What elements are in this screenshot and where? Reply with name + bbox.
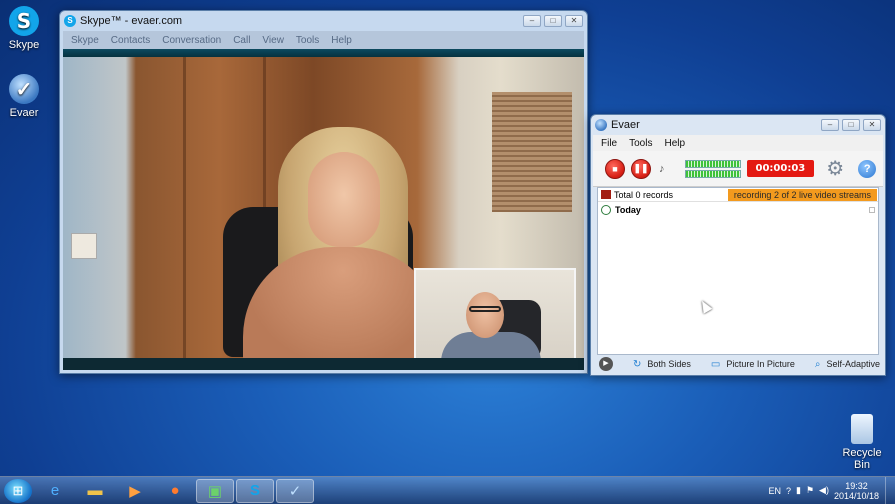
- option-self-adaptive[interactable]: Self-Adaptive: [827, 359, 881, 369]
- tray-date: 2014/10/18: [833, 490, 879, 501]
- menu-tools[interactable]: Tools: [290, 35, 325, 46]
- menu-conversation[interactable]: Conversation: [156, 35, 227, 46]
- play-button[interactable]: ▶: [599, 357, 613, 371]
- skype-menubar: Skype Contacts Conversation Call View To…: [63, 31, 584, 49]
- self-adaptive-icon: ⌕: [814, 358, 821, 370]
- option-both-sides[interactable]: Both Sides: [647, 359, 691, 369]
- remote-person-face: [308, 152, 380, 247]
- meter-bar-bottom: [684, 169, 741, 178]
- evaer-bottom-bar: ▶ ↻ Both Sides ▭ Picture In Picture ⌕ Se…: [593, 355, 883, 373]
- evaer-toolbar: ■ ❚❚ ♪ 00:00:03 ⚙ ?: [593, 151, 883, 187]
- meter-bar-top: [684, 159, 741, 168]
- records-header: Total 0 records recording 2 of 2 live vi…: [598, 188, 878, 202]
- call-header-strip: [63, 49, 584, 57]
- pip-person-head: [466, 292, 504, 338]
- evaer-titlebar[interactable]: Evaer – □ ✕: [591, 115, 885, 135]
- scene-light-switch: [71, 233, 97, 259]
- close-button[interactable]: ✕: [565, 15, 583, 27]
- pause-button[interactable]: ❚❚: [631, 158, 651, 179]
- menu-contacts[interactable]: Contacts: [105, 35, 156, 46]
- list-group-today[interactable]: Today: [598, 202, 878, 218]
- audio-level-meter: [684, 159, 741, 178]
- desktop-icon-recycle-bin[interactable]: Recycle Bin: [836, 414, 888, 471]
- menu-call[interactable]: Call: [227, 35, 256, 46]
- pip-person-glasses: [469, 306, 501, 312]
- expand-toggle[interactable]: [869, 207, 875, 213]
- flag-icon[interactable]: ⚑: [806, 485, 814, 496]
- taskbar-media-player-icon[interactable]: ▶: [116, 479, 154, 503]
- taskbar-firefox-icon[interactable]: ●: [156, 479, 194, 503]
- call-area: [63, 49, 584, 370]
- menu-help[interactable]: Help: [325, 35, 358, 46]
- call-footer-strip: [63, 358, 584, 370]
- maximize-button[interactable]: □: [842, 119, 860, 131]
- film-icon: [601, 190, 611, 199]
- scene-door-edge: [183, 57, 186, 358]
- minimize-button[interactable]: –: [523, 15, 541, 27]
- scene-window-blind: [492, 92, 572, 212]
- help-icon[interactable]: ?: [858, 159, 877, 178]
- status-badge: recording 2 of 2 live video streams: [727, 188, 877, 201]
- taskbar-app-icon[interactable]: ▣: [196, 478, 234, 503]
- evaer-icon: ✓: [9, 74, 39, 104]
- skype-small-icon: S: [64, 15, 76, 27]
- skype-window[interactable]: S Skype™ - evaer.com – □ ✕ Skype Contact…: [59, 10, 588, 374]
- records-count: Total 0 records: [614, 189, 674, 200]
- desktop-icon-label: Skype: [8, 39, 40, 51]
- close-button[interactable]: ✕: [863, 119, 881, 131]
- desktop-icon-skype[interactable]: S Skype: [0, 6, 48, 51]
- menu-skype[interactable]: Skype: [65, 35, 105, 46]
- window-title: Evaer: [611, 119, 640, 131]
- help-tray-icon[interactable]: ?: [786, 486, 791, 496]
- start-button[interactable]: ⊞: [4, 478, 32, 503]
- group-label: Today: [615, 205, 641, 215]
- desktop-icon-label: Recycle Bin: [842, 447, 882, 471]
- recording-timer: 00:00:03: [746, 160, 815, 177]
- taskbar: ⊞ e ▬ ▶ ● ▣ S ✓ EN ? ▮ ⚑ ◀) 19:32 2014/1…: [0, 476, 895, 504]
- desktop-icon-evaer[interactable]: ✓ Evaer: [0, 74, 48, 119]
- skype-titlebar[interactable]: S Skype™ - evaer.com – □ ✕: [60, 11, 587, 31]
- skype-icon: S: [9, 6, 39, 36]
- stop-button[interactable]: ■: [605, 158, 625, 179]
- recycle-bin-icon: [851, 414, 873, 444]
- evaer-small-icon: [595, 119, 607, 131]
- tray-time: 19:32: [845, 480, 868, 491]
- remote-video[interactable]: [63, 57, 584, 358]
- records-list[interactable]: Total 0 records recording 2 of 2 live vi…: [597, 187, 879, 355]
- menu-file[interactable]: File: [595, 138, 623, 149]
- taskbar-ie-icon[interactable]: e: [36, 479, 74, 503]
- taskbar-explorer-icon[interactable]: ▬: [76, 479, 114, 503]
- menu-view[interactable]: View: [256, 35, 290, 46]
- show-desktop-button[interactable]: [885, 476, 895, 504]
- network-icon[interactable]: ▮: [796, 485, 801, 496]
- system-tray: EN ? ▮ ⚑ ◀) 19:32 2014/10/18: [768, 481, 885, 501]
- maximize-button[interactable]: □: [544, 15, 562, 27]
- menu-help[interactable]: Help: [658, 138, 691, 149]
- self-video-pip[interactable]: [414, 268, 576, 358]
- both-sides-icon: ↻: [633, 358, 642, 370]
- language-indicator[interactable]: EN: [768, 486, 781, 496]
- tray-clock[interactable]: 19:32 2014/10/18: [834, 481, 879, 501]
- gear-icon[interactable]: ⚙: [826, 156, 844, 181]
- menu-tools[interactable]: Tools: [623, 138, 658, 149]
- clock-icon: [601, 205, 611, 215]
- taskbar-evaer-icon[interactable]: ✓: [276, 478, 314, 503]
- audio-level-icon: ♪: [659, 162, 665, 175]
- picture-in-picture-icon: ▭: [710, 358, 721, 370]
- desktop-icon-label: Evaer: [9, 107, 39, 119]
- taskbar-skype-icon[interactable]: S: [236, 478, 274, 503]
- evaer-window[interactable]: Evaer – □ ✕ File Tools Help ■ ❚❚ ♪ 00:00…: [590, 114, 886, 376]
- evaer-menubar: File Tools Help: [593, 135, 883, 151]
- window-title: Skype™ - evaer.com: [80, 15, 183, 27]
- option-picture-in-picture[interactable]: Picture In Picture: [726, 359, 795, 369]
- volume-icon[interactable]: ◀): [819, 485, 829, 496]
- minimize-button[interactable]: –: [821, 119, 839, 131]
